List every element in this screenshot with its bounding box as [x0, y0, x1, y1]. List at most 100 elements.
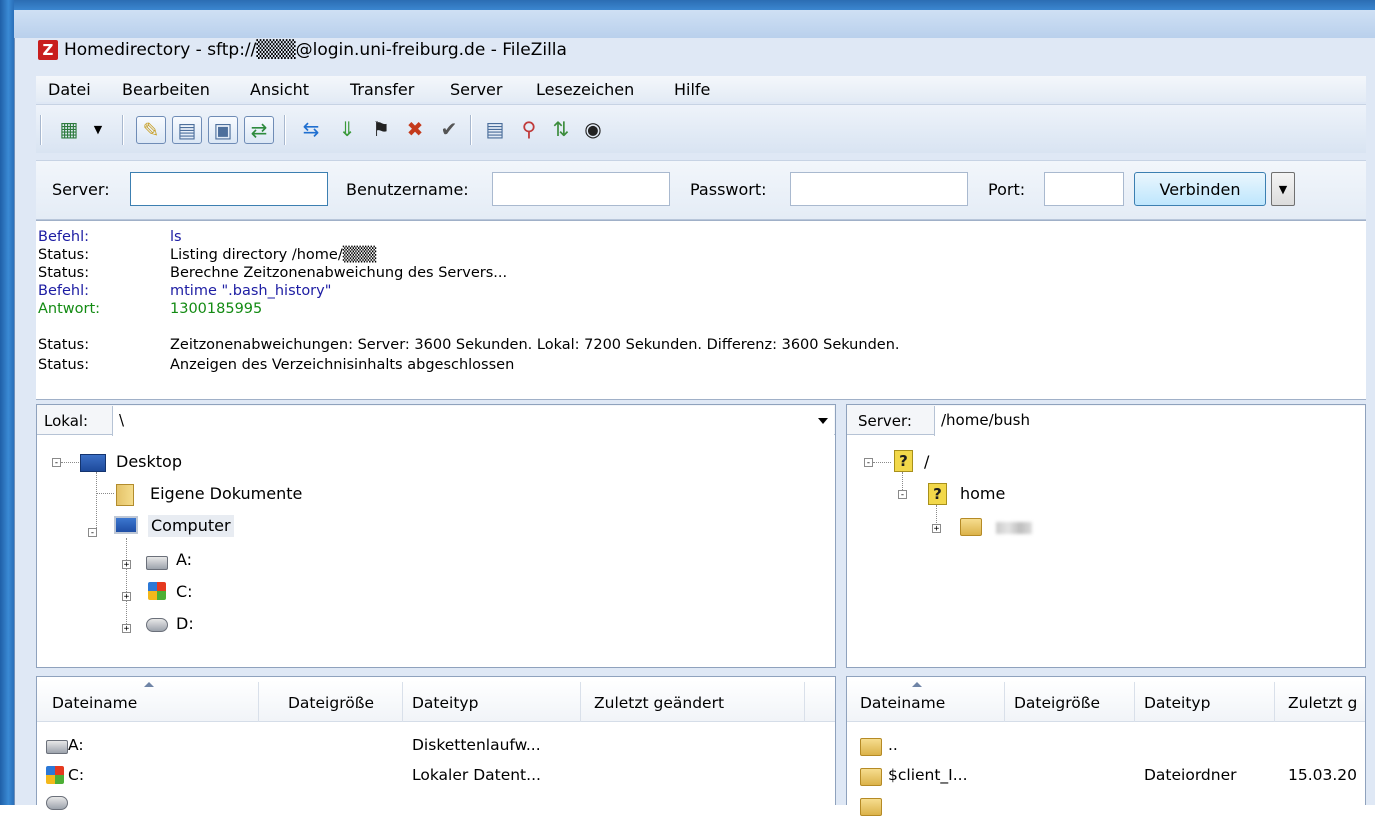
log-entry: Status: Berechne Zeitzonenabweichung des …	[38, 265, 508, 281]
local-row-type: Diskettenlaufw...	[412, 736, 541, 754]
expand-toggle[interactable]: +	[122, 560, 131, 570]
column-separator[interactable]	[258, 682, 259, 722]
column-separator[interactable]	[580, 682, 581, 722]
local-row-name[interactable]: C:	[68, 766, 84, 784]
remote-path-label: Server:	[858, 412, 912, 430]
toolbar-separator	[40, 115, 42, 145]
column-separator[interactable]	[1274, 682, 1275, 722]
tree-item-home[interactable]: home	[960, 483, 1005, 505]
reconnect-icon[interactable]: ✔	[434, 114, 464, 144]
tree-item-drive-a[interactable]: A:	[176, 549, 192, 571]
menu-bearbeiten[interactable]: Bearbeiten	[122, 80, 210, 99]
log-entry: Status: Listing directory /home/▒▒▒	[38, 247, 377, 263]
remote-row-type: Dateiordner	[1144, 766, 1237, 784]
collapse-toggle[interactable]: -	[88, 528, 97, 538]
menu-hilfe[interactable]: Hilfe	[674, 80, 710, 99]
directory-listing-filter-icon[interactable]: ▤	[480, 114, 510, 144]
column-separator[interactable]	[804, 682, 805, 722]
column-separator[interactable]	[1004, 682, 1005, 722]
server-input[interactable]	[130, 172, 328, 206]
redacted-folder-name[interactable]	[996, 522, 1032, 534]
sort-ascending-icon	[144, 682, 154, 687]
collapse-toggle[interactable]: -	[52, 458, 61, 468]
local-disk-icon	[148, 582, 166, 600]
collapse-toggle[interactable]: -	[898, 490, 907, 500]
connect-button[interactable]: Verbinden	[1134, 172, 1266, 206]
window-title: Homedirectory - sftp://▒▒▒@login.uni-fre…	[64, 40, 567, 60]
port-input[interactable]	[1044, 172, 1124, 206]
log-entry: Status: Zeitzonenabweichungen: Server: 36…	[38, 337, 900, 353]
tree-connector	[61, 462, 79, 463]
local-disk-icon	[46, 766, 64, 784]
local-col-filetype[interactable]: Dateityp	[412, 694, 478, 712]
remote-tree-pane[interactable]	[846, 404, 1366, 668]
menu-lesezeichen[interactable]: Lesezeichen	[536, 80, 634, 99]
disconnect-icon[interactable]: ✖	[400, 114, 430, 144]
remote-col-modified[interactable]: Zuletzt g	[1288, 694, 1357, 712]
folder-icon	[860, 768, 882, 786]
log-entry: Antwort: 1300185995	[38, 301, 263, 317]
folder-icon	[860, 798, 882, 816]
tree-item-desktop[interactable]: Desktop	[116, 451, 182, 473]
tree-item-computer[interactable]: Computer	[148, 515, 234, 537]
local-col-filename[interactable]: Dateiname	[52, 694, 137, 712]
expand-toggle[interactable]: +	[932, 524, 941, 534]
desktop-icon	[80, 454, 106, 472]
desktop-frame-top	[0, 0, 1375, 10]
log-entry: Status: Anzeigen des Verzeichnisinhalts a…	[38, 357, 515, 373]
local-path-input[interactable]: \	[112, 406, 834, 436]
local-col-filesize[interactable]: Dateigröße	[288, 694, 374, 712]
local-col-modified[interactable]: Zuletzt geändert	[594, 694, 724, 712]
unknown-folder-icon: ?	[894, 450, 913, 472]
menu-ansicht[interactable]: Ansicht	[250, 80, 309, 99]
local-path-dropdown-icon[interactable]	[818, 418, 828, 424]
remote-row-name[interactable]: ..	[888, 736, 898, 754]
local-row-type: Lokaler Datent...	[412, 766, 541, 784]
site-manager-dropdown-icon[interactable]: ▼	[90, 114, 106, 144]
process-queue-icon[interactable]: ⇓	[332, 114, 362, 144]
remote-path-input[interactable]: /home/bush	[934, 406, 1365, 436]
menu-server[interactable]: Server	[450, 80, 502, 99]
toggle-sync-browsing-icon[interactable]: ⚲	[514, 114, 544, 144]
column-separator[interactable]	[402, 682, 403, 722]
cd-drive-icon	[146, 618, 168, 632]
menu-datei[interactable]: Datei	[48, 80, 91, 99]
site-manager-icon[interactable]: ▦	[54, 114, 84, 144]
folder-icon	[860, 738, 882, 756]
remote-col-filename[interactable]: Dateiname	[860, 694, 945, 712]
tree-item-documents[interactable]: Eigene Dokumente	[150, 483, 302, 505]
tree-item-drive-d[interactable]: D:	[176, 613, 194, 635]
username-input[interactable]	[492, 172, 670, 206]
toggle-local-tree-icon[interactable]: ▤	[172, 116, 202, 144]
tree-item-drive-c[interactable]: C:	[176, 581, 193, 603]
quickconnect-history-dropdown[interactable]: ▼	[1271, 172, 1295, 206]
toggle-log-icon[interactable]: ✎	[136, 116, 166, 144]
column-separator[interactable]	[1134, 682, 1135, 722]
password-input[interactable]	[790, 172, 968, 206]
title-bar[interactable]	[14, 10, 1375, 38]
toggle-queue-icon[interactable]: ⇄	[244, 116, 274, 144]
search-remote-files-icon[interactable]: ◉	[578, 114, 608, 144]
toggle-remote-tree-icon[interactable]: ▣	[208, 116, 238, 144]
tree-item-root[interactable]: /	[924, 451, 929, 473]
documents-folder-icon	[116, 484, 134, 506]
pane-splitter[interactable]	[836, 400, 844, 805]
local-row-name[interactable]: A:	[68, 736, 84, 754]
cd-drive-icon	[46, 796, 68, 810]
refresh-icon[interactable]: ⇆	[296, 114, 326, 144]
remote-col-filesize[interactable]: Dateigröße	[1014, 694, 1100, 712]
server-label: Server:	[52, 180, 110, 199]
chevron-down-icon: ▼	[1278, 182, 1288, 196]
menu-transfer[interactable]: Transfer	[350, 80, 414, 99]
password-label: Passwort:	[690, 180, 767, 199]
toolbar-separator	[122, 115, 124, 145]
remote-col-filetype[interactable]: Dateityp	[1144, 694, 1210, 712]
expand-toggle[interactable]: +	[122, 592, 131, 602]
toolbar-separator	[284, 115, 286, 145]
cancel-icon[interactable]: ⚑	[366, 114, 396, 144]
expand-toggle[interactable]: +	[122, 624, 131, 634]
computer-icon	[114, 516, 138, 534]
remote-row-name[interactable]: $client_I...	[888, 766, 968, 784]
collapse-toggle[interactable]: -	[864, 458, 873, 468]
directory-comparison-icon[interactable]: ⇅	[546, 114, 576, 144]
